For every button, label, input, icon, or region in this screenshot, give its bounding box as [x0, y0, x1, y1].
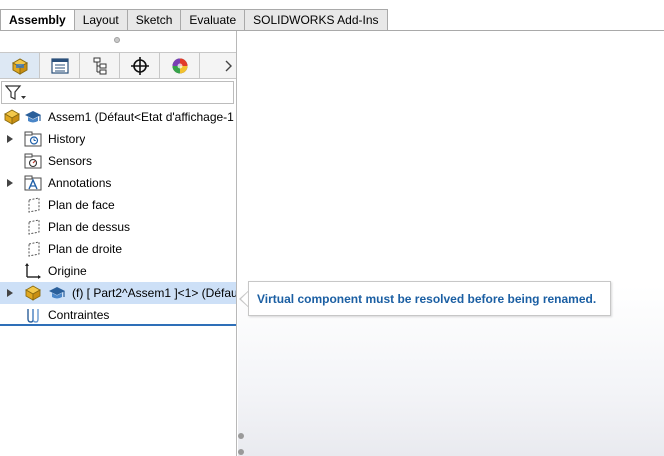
tree-item-sensors[interactable]: Sensors — [0, 150, 236, 172]
display-state-icon — [49, 287, 65, 299]
tree-item-label: Contraintes — [48, 308, 110, 322]
tree-root-label: Assem1 (Défaut<Etat d'affichage-1 — [48, 110, 234, 124]
tree-item-label: Plan de face — [48, 198, 115, 212]
dimxpertmanager-icon — [130, 56, 149, 75]
plane-icon — [28, 241, 40, 257]
tab-sketch[interactable]: Sketch — [127, 9, 182, 31]
featuremanager-icon — [11, 57, 28, 75]
tree-item-label: History — [48, 132, 86, 146]
origin-icon — [25, 263, 41, 279]
panel-grip-handle[interactable] — [114, 37, 120, 43]
tree-item-plan-de-droite[interactable]: Plan de droite — [0, 238, 236, 260]
propertymanager-icon — [50, 57, 69, 74]
displaymanager-icon — [172, 58, 187, 73]
expand-arrow-icon[interactable] — [6, 288, 14, 298]
tree-item-label: Annotations — [48, 176, 112, 190]
tree-item-label: Plan de droite — [48, 242, 123, 256]
tree-root-assem1[interactable]: Assem1 (Défaut<Etat d'affichage-1 — [0, 106, 236, 128]
graphics-area[interactable] — [238, 31, 664, 456]
manager-tabs — [0, 52, 236, 79]
rename-warning-tooltip: Virtual component must be resolved befor… — [248, 281, 611, 316]
command-manager-tabbar: Assembly Layout Sketch Evaluate SOLIDWOR… — [0, 0, 664, 31]
manager-tabs-scroll-right[interactable] — [200, 53, 236, 78]
expand-arrow-icon[interactable] — [6, 178, 14, 188]
tab-evaluate[interactable]: Evaluate — [181, 9, 246, 31]
configurationmanager-icon — [93, 57, 106, 74]
tree-item-plan-de-face[interactable]: Plan de face — [0, 194, 236, 216]
tree-item-origine[interactable]: Origine — [0, 260, 236, 282]
feature-manager-panel: Assem1 (Défaut<Etat d'affichage-1 Histor… — [0, 31, 237, 456]
dimxpertmanager-tab[interactable] — [120, 53, 160, 78]
annotations-folder-icon — [24, 175, 42, 191]
featuremanager-tab[interactable] — [0, 53, 40, 78]
mates-icon — [27, 309, 39, 323]
tooltip-message: Virtual component must be resolved befor… — [257, 292, 597, 306]
tree-item-history[interactable]: History — [0, 128, 236, 150]
assembly-icon — [4, 109, 20, 125]
command-manager-tabs: Assembly Layout Sketch Evaluate SOLIDWOR… — [0, 9, 388, 31]
tree-item-label: Plan de dessus — [48, 220, 131, 234]
expand-arrow-icon[interactable] — [6, 134, 14, 144]
tree-item-label: (f) [ Part2^Assem1 ]<1> (Défau — [72, 286, 236, 300]
chevron-right-icon — [225, 60, 232, 71]
splitter-dot[interactable] — [238, 433, 244, 439]
tree-item-label: Origine — [48, 264, 87, 278]
tab-layout[interactable]: Layout — [74, 9, 128, 31]
sensors-folder-icon — [24, 153, 42, 169]
tree-item-annotations[interactable]: Annotations — [0, 172, 236, 194]
configurationmanager-tab[interactable] — [80, 53, 120, 78]
tree-item-contraintes[interactable]: Contraintes — [0, 304, 236, 326]
tab-solidworks-add-ins[interactable]: SOLIDWORKS Add-Ins — [245, 9, 388, 31]
propertymanager-tab[interactable] — [40, 53, 80, 78]
plane-icon — [28, 197, 40, 213]
splitter-dot[interactable] — [238, 449, 244, 455]
tree-filter-box[interactable] — [1, 81, 234, 104]
displaymanager-tab[interactable] — [160, 53, 200, 78]
tree-end-marker — [0, 324, 236, 326]
tree-item-label: Sensors — [48, 154, 93, 168]
tree-item-plan-de-dessus[interactable]: Plan de dessus — [0, 216, 236, 238]
funnel-icon[interactable] — [5, 84, 27, 102]
history-folder-icon — [24, 131, 42, 147]
virtual-part-icon — [25, 285, 41, 301]
plane-icon — [28, 219, 40, 235]
tab-assembly[interactable]: Assembly — [0, 9, 75, 31]
tree-item-part2-virtual[interactable]: (f) [ Part2^Assem1 ]<1> (Défau — [0, 282, 236, 304]
display-state-icon — [25, 111, 41, 123]
